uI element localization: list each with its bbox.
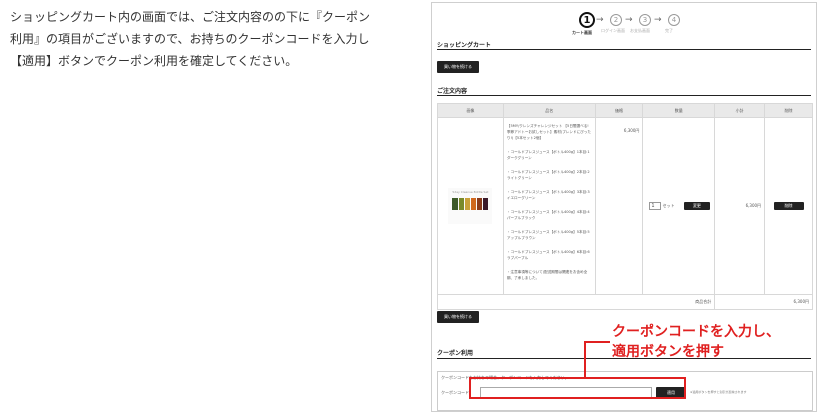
continue-shopping-button-bottom[interactable]: 買い物を続ける [437, 311, 479, 323]
desc-line: ・コールドプレスジュース【ボトル400g】1本目:1ダークグリーン [506, 150, 590, 160]
desc-line: ・コールドプレスジュース【ボトル400g】6本目:6ラブパープル [506, 250, 590, 260]
desc-line: ・コールドプレスジュース【ボトル400g】4本目:4パープルブラック [506, 210, 590, 220]
desc-line: ・コールドプレスジュース【ボトル400g】2本目:2ライトグリーン [506, 170, 590, 180]
callout-text: クーポンコードを入力し、 適用ボタンを押す [612, 322, 780, 362]
delete-button[interactable]: 削除 [773, 202, 804, 210]
page: ショッピングカート内の画面では、ご注文内容のの下に『クーポン 利用』の項目がござ… [0, 0, 825, 418]
arrow-right-icon: → [625, 15, 633, 25]
callout-line-2: 適用ボタンを押す [612, 344, 724, 360]
arrow-right-icon: → [654, 15, 662, 25]
continue-shopping-button[interactable]: 買い物を続ける [437, 61, 479, 73]
cart-table: 画像 品名 価格 数量 小計 削除 5day Cleanse Bottle Se… [436, 103, 813, 310]
product-image: 5day Cleanse Bottle Set [448, 188, 493, 224]
step-label: ログイン画面 [601, 28, 625, 33]
divider [437, 95, 811, 96]
step-complete: 4 完了 [664, 12, 684, 34]
step-number: 2 [610, 14, 622, 26]
instruction-text: ショッピングカート内の画面では、ご注文内容のの下に『クーポン 利用』の項目がござ… [10, 6, 410, 72]
table-header-row: 画像 品名 価格 数量 小計 削除 [437, 103, 813, 118]
desc-line: 【5MY/クレンズチャレンジセット 【5日間選べる!季節アドトーお試しセット】素… [506, 124, 591, 140]
desc-line: ・注意事項等について(配送期間は関連をお含め全期、了承しました。 [506, 270, 588, 280]
step-number: 3 [639, 14, 651, 26]
total-row: 商品合計 6,300円 [436, 294, 813, 310]
arrow-right-icon: → [596, 15, 604, 25]
column-header: 小計 [714, 103, 766, 118]
step-cart: 1 カート画面 [572, 12, 597, 36]
price-value: 6,300円 [623, 128, 640, 133]
coupon-title: クーポン利用 [437, 350, 474, 357]
instruction-line-2: 利用』の項目がございますので、お持ちのクーポンコードを入力し [10, 32, 370, 46]
callout-line-1: クーポンコードを入力し、 [612, 324, 780, 340]
instruction-line-1: ショッピングカート内の画面では、ご注文内容のの下に『クーポン [10, 10, 371, 24]
coupon-field-label: クーポンコード [441, 390, 469, 395]
total-value: 6,300円 [714, 294, 813, 310]
column-header: 削除 [764, 103, 813, 118]
desc-line: ・コールドプレスジュース【ボトル400g】3本目:3イエローグリーン [506, 190, 590, 200]
desc-line: ・コールドプレスジュース【ボトル400g】5本目:5アップルブラウン [506, 230, 590, 240]
table-row: 5day Cleanse Bottle Set 【5MY/クレンズチャレンジセッ… [437, 117, 813, 295]
delete-cell: 削除 [764, 117, 813, 295]
step-login: 2 ログイン画面 [601, 12, 626, 34]
step-number: 4 [668, 14, 680, 26]
quantity-cell: 1 セット 変更 [642, 117, 716, 295]
bottles-graphic [452, 198, 489, 210]
change-quantity-button[interactable]: 変更 [683, 202, 710, 210]
step-label: お支払画面 [630, 28, 650, 33]
coupon-highlight-frame [469, 377, 686, 399]
column-header: 品名 [502, 103, 596, 118]
callout-leader [584, 341, 610, 343]
subtotal-cell: 6,300円 [714, 117, 766, 295]
step-payment: 3 お支払画面 [630, 12, 655, 34]
quantity-input[interactable]: 1 [649, 202, 662, 210]
price-cell: 6,300円 [594, 117, 644, 295]
callout-leader [584, 341, 586, 378]
image-caption: 5day Cleanse Bottle Set [452, 190, 489, 194]
quantity-unit: セット [662, 203, 675, 208]
subtotal-value: 6,300円 [745, 203, 762, 208]
step-label: 完了 [665, 28, 673, 33]
coupon-hint: ※適用ボタンを押すと割引が反映されます [690, 390, 747, 394]
total-label: 商品合計 [436, 294, 716, 310]
product-image-cell: 5day Cleanse Bottle Set [437, 117, 504, 295]
step-label: カート画面 [572, 30, 592, 35]
divider [437, 49, 811, 50]
step-number: 1 [579, 12, 595, 28]
order-title: ご注文内容 [437, 88, 468, 95]
cart-title: ショッピングカート [437, 42, 492, 49]
product-description: 【5MY/クレンズチャレンジセット 【5日間選べる!季節アドトーお試しセット】素… [502, 117, 596, 295]
column-header: 画像 [437, 103, 504, 118]
checkout-steps: 1 カート画面 → 2 ログイン画面 → 3 お支払画面 → 4 完了 [572, 12, 697, 38]
column-header: 数量 [642, 103, 716, 118]
column-header: 価格 [594, 103, 644, 118]
instruction-line-3: 【適用】ボタンでクーポン利用を確定してください。 [10, 54, 298, 68]
